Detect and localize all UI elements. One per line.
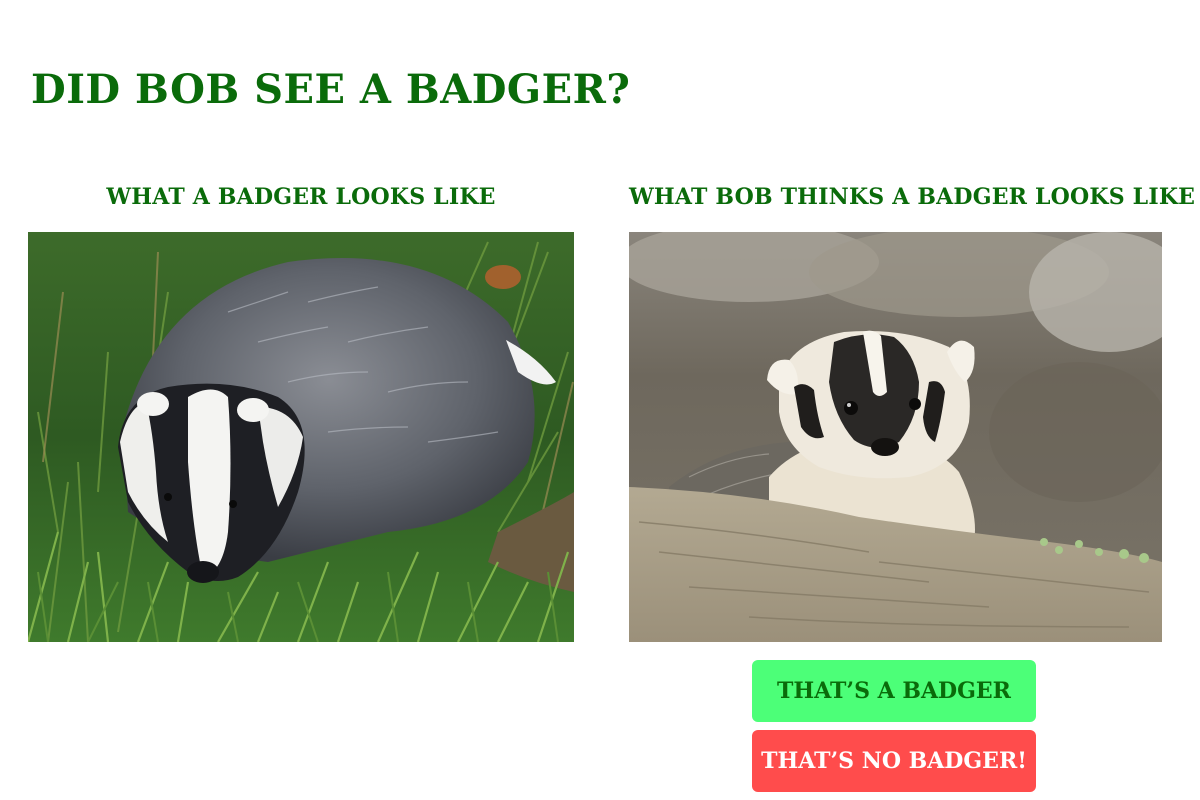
- thats-no-badger-button[interactable]: THAT’S NO BADGER!: [752, 730, 1036, 792]
- european-badger-illustration: [28, 232, 574, 642]
- american-badger-illustration: [629, 232, 1162, 642]
- page-title: DID BOB SEE A BADGER?: [31, 66, 631, 113]
- thats-a-badger-button[interactable]: THAT’S A BADGER: [752, 660, 1036, 722]
- reference-heading: WHAT A BADGER LOOKS LIKE: [106, 184, 496, 210]
- reference-badger-image: [28, 232, 574, 642]
- bob-heading: WHAT BOB THINKS A BADGER LOOKS LIKE: [629, 184, 1196, 210]
- bob-badger-image: [629, 232, 1162, 642]
